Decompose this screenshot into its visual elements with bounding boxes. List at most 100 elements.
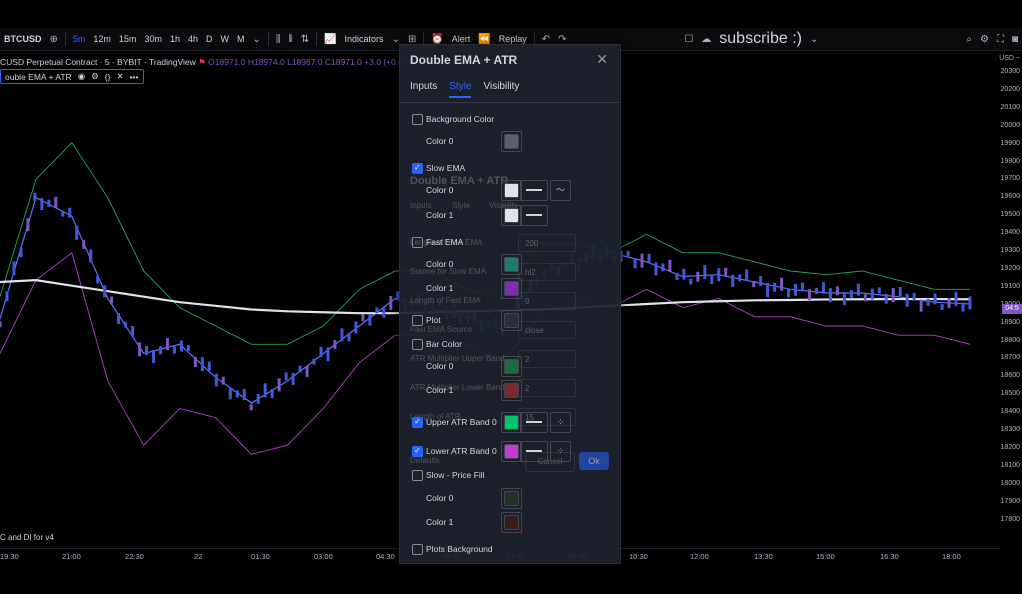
- color1-label: Color 1: [426, 210, 454, 220]
- tab-visibility[interactable]: Visibility: [483, 81, 519, 98]
- interval-30m[interactable]: 30m: [140, 28, 166, 50]
- background-color-checkbox[interactable]: [412, 114, 423, 125]
- candle: [849, 290, 853, 299]
- chevron-down-icon[interactable]: ⌄: [248, 34, 264, 45]
- fill-color1-swatch[interactable]: [501, 512, 522, 533]
- interval-4h[interactable]: 4h: [184, 28, 202, 50]
- chevron-down-icon[interactable]: ⌄: [806, 34, 822, 45]
- add-symbol-icon[interactable]: ⊕: [46, 34, 62, 45]
- more-icon[interactable]: •••: [130, 72, 139, 82]
- last-price-tag: 04:5: [1002, 304, 1022, 314]
- plot-label: Plot: [426, 315, 441, 325]
- plot-checkbox[interactable]: [412, 315, 423, 326]
- interval-5m[interactable]: 5m: [69, 28, 90, 50]
- candle: [221, 376, 225, 385]
- study-name: ouble EMA + ATR: [5, 71, 72, 82]
- interval-12m[interactable]: 12m: [89, 28, 115, 50]
- undo-icon[interactable]: ↶: [538, 34, 554, 45]
- templates-icon[interactable]: ⊞: [404, 34, 420, 45]
- redo-icon[interactable]: ↷: [554, 34, 570, 45]
- interval-1h[interactable]: 1h: [166, 28, 184, 50]
- currency-label[interactable]: USD ~: [999, 55, 1020, 62]
- price-tick: 19600: [1000, 193, 1020, 201]
- candle: [138, 342, 142, 357]
- color1-label: Color 1: [426, 385, 454, 395]
- candle: [26, 218, 30, 232]
- price-tick: 18200: [1000, 443, 1020, 451]
- flag-icon[interactable]: ⚑: [198, 57, 206, 67]
- fast-ema-color1-swatch[interactable]: [501, 278, 522, 299]
- chevron-down-icon[interactable]: ⌄: [388, 34, 404, 45]
- fast-ema-color0-swatch[interactable]: [501, 254, 522, 275]
- fullscreen-icon[interactable]: ⛶: [993, 34, 1008, 45]
- plot-style-button[interactable]: 〜: [550, 180, 571, 201]
- price-tick: 20200: [1000, 85, 1020, 93]
- candle: [696, 271, 700, 282]
- interval-m[interactable]: M: [233, 28, 249, 50]
- lower-atr-band-checkbox[interactable]: [412, 446, 423, 457]
- tab-style[interactable]: Style: [449, 81, 472, 98]
- line-style-picker[interactable]: [520, 412, 548, 433]
- time-tick: 03:00: [314, 552, 333, 561]
- interval-d[interactable]: D: [202, 28, 217, 50]
- time-tick: 13:30: [754, 552, 773, 561]
- plot-style-button[interactable]: ⁘: [550, 441, 571, 462]
- line-style-picker[interactable]: [520, 180, 548, 201]
- upper-band-color-swatch[interactable]: [501, 412, 522, 433]
- indicators-icon[interactable]: 📈: [320, 34, 340, 45]
- chart-legend: CUSD Perpetual Contract · 5 · BYBIT · Tr…: [0, 57, 418, 68]
- candle: [968, 296, 972, 310]
- candle: [172, 346, 176, 354]
- bar-color0-swatch[interactable]: [501, 356, 522, 377]
- candle: [654, 262, 658, 276]
- price-axis[interactable]: USD ~ 20300 20200 20100 20000 19900 19800 1970…: [998, 51, 1022, 546]
- upper-atr-band-checkbox[interactable]: [412, 417, 423, 428]
- tab-inputs[interactable]: Inputs: [410, 81, 437, 98]
- line-style-picker[interactable]: [520, 441, 548, 462]
- slow-ema-color0-swatch[interactable]: [501, 180, 522, 201]
- fast-ema-checkbox[interactable]: [412, 237, 423, 248]
- close-icon[interactable]: ✕: [596, 51, 608, 68]
- time-tick: 22:30: [125, 552, 144, 561]
- study-legend[interactable]: ouble EMA + ATR ◉ ⚙ {} ✕ •••: [0, 69, 144, 84]
- plot-color-swatch[interactable]: [501, 310, 522, 331]
- slow-price-fill-checkbox[interactable]: [412, 470, 423, 481]
- candle: [47, 199, 51, 207]
- compare-icon[interactable]: ⇅: [297, 34, 313, 45]
- bar-type-icon[interactable]: ⫴: [284, 34, 296, 45]
- source-icon[interactable]: {}: [105, 72, 111, 82]
- candle-type-icon[interactable]: ⫼: [272, 34, 285, 45]
- time-tick: 01:30: [251, 552, 270, 561]
- plot-style-button[interactable]: ⁘: [550, 412, 571, 433]
- candle: [82, 239, 86, 249]
- price-tick: 18000: [1000, 479, 1020, 487]
- interval-w[interactable]: W: [216, 28, 233, 50]
- layout-icon[interactable]: ☐: [680, 34, 697, 45]
- replay-icon[interactable]: ⏪: [474, 34, 494, 45]
- bar-color-checkbox[interactable]: [412, 339, 423, 350]
- gear-icon[interactable]: ⚙: [976, 34, 993, 45]
- slow-ema-color1-swatch[interactable]: [501, 205, 522, 226]
- plots-background-label: Plots Background: [426, 544, 493, 554]
- line-style-picker[interactable]: [520, 205, 548, 226]
- fill-color0-swatch[interactable]: [501, 488, 522, 509]
- price-tick: 19100: [1000, 282, 1020, 290]
- alert-icon[interactable]: ⏰: [427, 34, 447, 45]
- close-icon[interactable]: ✕: [116, 71, 123, 82]
- bg-color-swatch[interactable]: [501, 131, 522, 152]
- plots-background-checkbox[interactable]: [412, 544, 423, 555]
- lower-band-color-swatch[interactable]: [501, 441, 522, 462]
- candle: [780, 277, 784, 291]
- interval-15m[interactable]: 15m: [115, 28, 141, 50]
- candle: [752, 281, 756, 288]
- indicators-button[interactable]: Indicators: [341, 28, 388, 50]
- layout-name[interactable]: subscribe :): [715, 28, 806, 50]
- symbol-search[interactable]: BTCUSD: [0, 28, 46, 50]
- eye-icon[interactable]: ◉: [78, 71, 85, 82]
- search-icon[interactable]: ⌕: [962, 34, 976, 45]
- color1-label: Color 1: [426, 517, 454, 527]
- slow-ema-checkbox[interactable]: [412, 163, 423, 174]
- settings-icon[interactable]: ⚙: [91, 71, 99, 82]
- bar-color1-swatch[interactable]: [501, 380, 522, 401]
- camera-icon[interactable]: ◙: [1008, 34, 1022, 45]
